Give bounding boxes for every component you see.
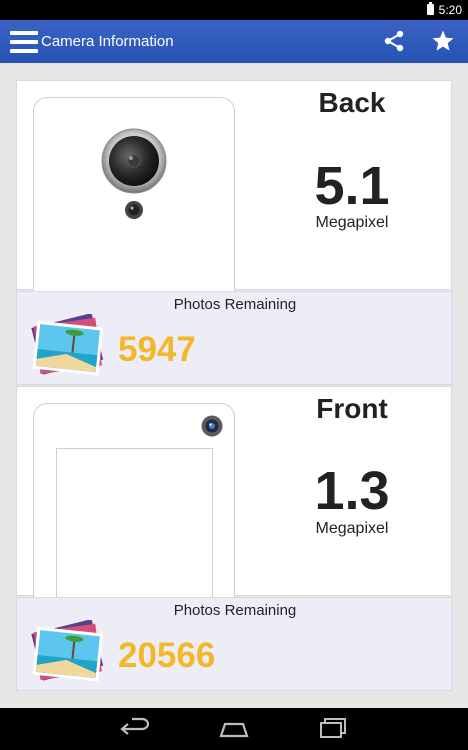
photo-stack-icon [31, 314, 104, 376]
front-camera-card: Front 1.3 Megapixel [16, 386, 452, 608]
back-icon[interactable] [118, 716, 152, 742]
star-icon[interactable] [431, 29, 455, 53]
front-camera-label: Front [316, 393, 388, 424]
back-photos-remaining-count: 5947 [118, 330, 196, 369]
back-camera-label: Back [318, 87, 386, 118]
app-bar: Camera Information [0, 20, 468, 63]
front-megapixel-value: 1.3 [314, 461, 390, 521]
content-area: Back 5.1 Megapixel Photos Remaining 5947 [0, 63, 468, 708]
front-megapixel-unit: Megapixel [315, 520, 389, 537]
rear-lens-icon [101, 128, 167, 219]
share-icon[interactable] [383, 30, 405, 52]
phone-front-illustration [33, 403, 235, 608]
front-photos-remaining-card: Photos Remaining 20566 [16, 597, 452, 691]
status-time: 5:20 [438, 3, 462, 17]
front-screen-outline [56, 448, 213, 608]
back-megapixel-value: 5.1 [314, 156, 390, 216]
back-photos-remaining-card: Photos Remaining 5947 [16, 291, 452, 385]
back-camera-card: Back 5.1 Megapixel [16, 80, 452, 297]
back-megapixel-unit: Megapixel [315, 214, 389, 231]
navigation-bar [0, 708, 468, 750]
front-photos-remaining-label: Photos Remaining [173, 602, 297, 619]
menu-icon[interactable] [10, 31, 38, 53]
recent-apps-icon[interactable] [316, 716, 350, 742]
app-title: Camera Information [41, 33, 174, 50]
front-lens-icon [201, 415, 223, 437]
back-photos-remaining-label: Photos Remaining [173, 296, 297, 313]
battery-icon [427, 2, 434, 15]
phone-back-illustration [33, 97, 235, 297]
front-photos-remaining-count: 20566 [118, 636, 216, 675]
home-icon[interactable] [217, 716, 251, 742]
photo-stack-icon [31, 620, 104, 682]
status-bar: 5:20 [0, 0, 468, 20]
